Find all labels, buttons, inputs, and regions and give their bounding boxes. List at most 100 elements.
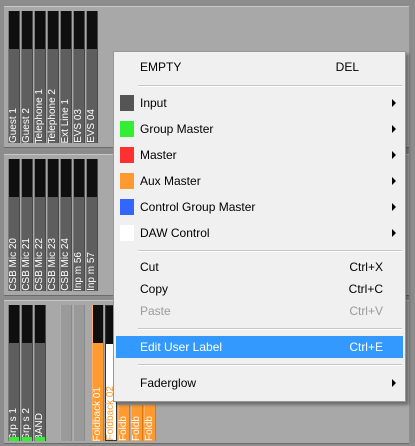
submenu-arrow-icon xyxy=(392,125,396,133)
channel-label: Grp s 2 xyxy=(21,408,32,441)
menu-item-edit-user-label[interactable]: Edit User Label Ctrl+E xyxy=(116,336,403,358)
channel-label: EVS 03 xyxy=(73,109,84,143)
menu-item-empty[interactable]: EMPTY DEL xyxy=(116,56,403,78)
channel-strip[interactable]: Guest 2 xyxy=(21,11,33,143)
aux-strip[interactable]: Foldb xyxy=(118,405,130,441)
color-swatch-icon xyxy=(120,225,134,241)
fader-cap xyxy=(93,305,103,343)
channel-strip[interactable]: EVS 03 xyxy=(73,11,85,143)
fader-cap xyxy=(61,159,71,197)
menu-item-group-master[interactable]: Group Master xyxy=(116,118,403,140)
fader-cap xyxy=(9,11,19,49)
menu-item-paste[interactable]: Paste Ctrl+V xyxy=(116,300,403,322)
group-strip[interactable]: Grp s 2 xyxy=(21,305,33,441)
fader-cap xyxy=(35,159,45,197)
menu-item-shortcut: DEL xyxy=(335,60,359,74)
fader-cap xyxy=(61,11,71,49)
fader-cap xyxy=(9,305,19,343)
menu-item-daw-control[interactable]: DAW Control xyxy=(116,222,403,244)
menu-item-label: Cut xyxy=(140,260,159,274)
fader-cap xyxy=(35,11,45,49)
menu-item-label: Paste xyxy=(140,304,171,318)
menu-item-master[interactable]: Master xyxy=(116,144,403,166)
menu-item-label: Group Master xyxy=(140,122,214,136)
channel-label: Inp m 56 xyxy=(73,252,84,291)
fader-cap xyxy=(61,305,71,343)
channel-label: Guest 1 xyxy=(8,107,19,143)
channel-strip[interactable]: Inp m 57 xyxy=(86,159,98,291)
color-swatch-icon xyxy=(120,173,134,189)
menu-item-label: DAW Control xyxy=(140,226,210,240)
channel-strip[interactable]: CSB Mic 20 xyxy=(8,159,20,291)
menu-item-label: Input xyxy=(140,96,167,110)
menu-separator xyxy=(138,364,402,366)
menu-item-control-group-master[interactable]: Control Group Master xyxy=(116,196,403,218)
channel-label: Grp s 1 xyxy=(8,408,19,441)
submenu-arrow-icon xyxy=(392,177,396,185)
channel-strip[interactable]: Guest 1 xyxy=(8,11,20,143)
channel-strip[interactable]: Ext Line 1 xyxy=(60,11,72,143)
menu-item-label: Aux Master xyxy=(140,174,201,188)
color-swatch-icon xyxy=(120,199,134,215)
menu-item-shortcut: Ctrl+X xyxy=(349,260,383,274)
menu-item-label: Copy xyxy=(140,282,169,296)
channel-label: Foldb xyxy=(118,415,129,441)
context-menu: EMPTY DEL Input Group Master Master Aux … xyxy=(113,51,406,402)
channel-label: EVS 04 xyxy=(86,109,97,143)
menu-separator xyxy=(138,85,402,87)
channel-strip[interactable]: EVS 04 xyxy=(86,11,98,143)
menu-item-label: Faderglow xyxy=(140,376,197,390)
group-color-bar xyxy=(22,437,32,441)
aux-strip[interactable]: Foldback 01 xyxy=(92,305,104,441)
menu-item-cut[interactable]: Cut Ctrl+X xyxy=(116,256,403,278)
fader-cap xyxy=(22,11,32,49)
menu-item-label: Edit User Label xyxy=(140,340,223,354)
channel-label: CSB Mic 21 xyxy=(21,238,32,291)
menu-item-aux-master[interactable]: Aux Master xyxy=(116,170,403,192)
submenu-arrow-icon xyxy=(392,379,396,387)
channel-strip[interactable]: CSB Mic 24 xyxy=(60,159,72,291)
menu-separator xyxy=(138,328,402,330)
color-swatch-icon xyxy=(120,147,134,163)
submenu-arrow-icon xyxy=(392,99,396,107)
channel-strip[interactable]: Inp m 56 xyxy=(73,159,85,291)
menu-item-copy[interactable]: Copy Ctrl+C xyxy=(116,278,403,300)
menu-item-shortcut: Ctrl+E xyxy=(349,340,383,354)
menu-item-shortcut: Ctrl+C xyxy=(348,282,383,296)
fader-cap xyxy=(74,11,84,49)
aux-strip[interactable]: Foldb xyxy=(131,405,143,441)
empty-strip[interactable] xyxy=(60,305,72,441)
menu-item-input[interactable]: Input xyxy=(116,92,403,114)
menu-item-label: Control Group Master xyxy=(140,200,256,214)
channel-strip[interactable]: Telephone 1 xyxy=(34,11,46,143)
channel-strip[interactable]: Telephone 2 xyxy=(47,11,59,143)
group-color-bar xyxy=(9,437,19,441)
channel-label: Foldb xyxy=(144,415,155,441)
group-strip[interactable]: BAND xyxy=(34,305,46,441)
channel-label: Inp m 57 xyxy=(86,252,97,291)
channel-strip[interactable]: CSB Mic 22 xyxy=(34,159,46,291)
menu-separator xyxy=(138,250,402,252)
channel-label: Telephone 1 xyxy=(34,88,45,144)
menu-item-shortcut: Ctrl+V xyxy=(349,304,383,318)
channel-label: Foldb xyxy=(131,415,142,441)
menu-item-faderglow[interactable]: Faderglow xyxy=(116,372,403,394)
menu-item-label: EMPTY xyxy=(140,60,182,74)
channel-label: CSB Mic 24 xyxy=(60,238,71,291)
fader-cap xyxy=(22,305,32,343)
channel-label: Guest 2 xyxy=(21,107,32,143)
menu-item-label: Master xyxy=(140,148,177,162)
empty-strip[interactable] xyxy=(73,305,85,441)
color-swatch-icon xyxy=(120,121,134,137)
fader-cap xyxy=(74,159,84,197)
fader-cap xyxy=(9,159,19,197)
color-swatch-icon xyxy=(120,95,134,111)
aux-strip[interactable]: Foldb xyxy=(144,405,156,441)
group-strip[interactable]: Grp s 1 xyxy=(8,305,20,441)
channel-strip[interactable]: CSB Mic 21 xyxy=(21,159,33,291)
channel-strip[interactable]: CSB Mic 23 xyxy=(47,159,59,291)
submenu-arrow-icon xyxy=(392,229,396,237)
channel-label: CSB Mic 23 xyxy=(47,238,58,291)
fader-cap xyxy=(22,159,32,197)
submenu-arrow-icon xyxy=(392,151,396,159)
